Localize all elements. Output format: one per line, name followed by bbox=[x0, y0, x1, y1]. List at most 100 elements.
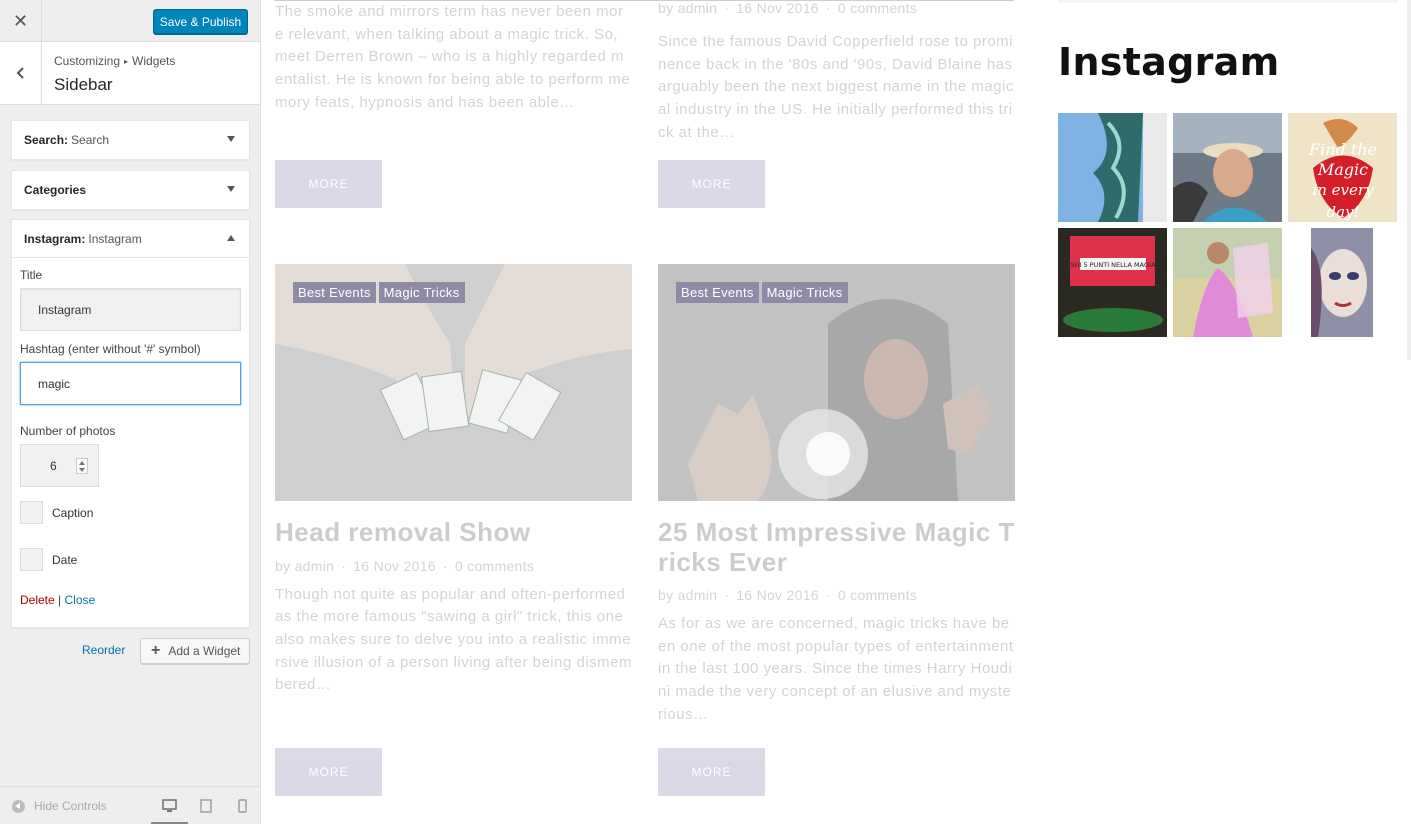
post-meta: by admin · 16 Nov 2016 · 0 comments bbox=[275, 557, 535, 574]
post-title[interactable]: Head removal Show bbox=[275, 517, 632, 548]
tablet-icon bbox=[200, 799, 212, 813]
mobile-preview-button[interactable] bbox=[233, 797, 251, 815]
post-excerpt: The smoke and mirrors term has never bee… bbox=[275, 3, 631, 111]
post-thumbnail[interactable]: Best Events Magic Tricks bbox=[658, 264, 1015, 501]
meta-author[interactable]: admin bbox=[678, 0, 718, 16]
instagram-photo[interactable]: SUI 5 PUNTI NELLA MAGIA bbox=[1058, 228, 1167, 337]
instagram-photo-image: Find the Magic in every day! bbox=[1288, 113, 1397, 222]
scroll-edge bbox=[1407, 0, 1411, 360]
plus-icon: + bbox=[151, 642, 161, 659]
meta-author[interactable]: admin bbox=[678, 587, 718, 603]
chevron-left-icon bbox=[16, 67, 24, 79]
back-button[interactable] bbox=[0, 42, 42, 104]
breadcrumb-root: Customizing bbox=[54, 54, 121, 68]
instagram-photo[interactable] bbox=[1058, 113, 1167, 222]
meta-date[interactable]: 16 Nov 2016 bbox=[353, 558, 436, 574]
instagram-photo[interactable]: Find the Magic in every day! bbox=[1288, 113, 1397, 222]
spinner-arrows-icon[interactable] bbox=[76, 458, 88, 474]
svg-text:Find the: Find the bbox=[1308, 140, 1377, 159]
post-categories: Best Events Magic Tricks bbox=[676, 282, 848, 303]
caret-down-icon bbox=[227, 136, 235, 142]
meta-date[interactable]: 16 Nov 2016 bbox=[736, 0, 819, 16]
widget-categories-toggle[interactable]: Categories bbox=[12, 171, 249, 209]
widget-search-toggle[interactable]: Search: Search bbox=[12, 121, 249, 159]
desktop-icon bbox=[161, 799, 177, 812]
close-customizer-button[interactable]: ✕ bbox=[0, 0, 42, 42]
post-excerpt: Though not quite as popular and often-pe… bbox=[275, 585, 632, 694]
breadcrumb-parent: Widgets bbox=[132, 54, 176, 68]
more-button[interactable]: MORE bbox=[275, 160, 382, 208]
widget-instagram-toggle[interactable]: Instagram: Instagram bbox=[12, 220, 249, 258]
more-button[interactable]: MORE bbox=[658, 160, 765, 208]
title-field[interactable]: Instagram bbox=[20, 288, 241, 331]
site-preview: The smoke and mirrors term has never bee… bbox=[262, 0, 1411, 824]
add-widget-button[interactable]: + Add a Widget bbox=[140, 638, 250, 664]
caret-up-icon bbox=[227, 235, 235, 241]
meta-comments[interactable]: 0 comments bbox=[838, 587, 917, 603]
post-card: by admin · 16 Nov 2016 · 0 comments Since th… bbox=[658, 0, 1015, 146]
widget-instagram-form: Title Instagram Hashtag (enter without '… bbox=[12, 258, 249, 617]
caption-label: Caption bbox=[52, 505, 94, 520]
category-tag[interactable]: Best Events bbox=[293, 282, 376, 303]
date-option: Date bbox=[20, 548, 241, 571]
breadcrumb: Customizing ▸ Widgets bbox=[54, 54, 175, 68]
svg-text:day!: day! bbox=[1326, 203, 1359, 221]
post-excerpt: Since the famous David Copperfield rose … bbox=[658, 33, 1014, 141]
instagram-photo[interactable] bbox=[1173, 228, 1282, 337]
meta-comments[interactable]: 0 comments bbox=[838, 0, 917, 16]
category-tag[interactable]: Best Events bbox=[676, 282, 759, 303]
hashtag-field[interactable]: magic bbox=[20, 362, 241, 405]
widget-title: Instagram bbox=[88, 231, 142, 246]
caret-down-icon bbox=[227, 186, 235, 192]
widget-type: Categories bbox=[24, 183, 87, 197]
more-button[interactable]: MORE bbox=[275, 748, 382, 796]
more-button[interactable]: MORE bbox=[658, 748, 765, 796]
meta-comments[interactable]: 0 comments bbox=[455, 558, 534, 574]
widget-categories: Categories bbox=[11, 170, 250, 210]
photos-count-value: 6 bbox=[50, 459, 57, 473]
category-tag[interactable]: Magic Tricks bbox=[761, 282, 848, 303]
meta-by: by bbox=[275, 557, 291, 574]
post-card: Head removal Show by admin · 16 Nov 2016 · 0… bbox=[275, 517, 632, 698]
caption-checkbox[interactable] bbox=[20, 501, 43, 524]
save-publish-button[interactable]: Save & Publish bbox=[153, 9, 248, 34]
widget-search: Search: Search bbox=[11, 120, 250, 160]
category-tag[interactable]: Magic Tricks bbox=[378, 282, 465, 303]
sidebar-divider bbox=[1058, 0, 1398, 3]
meta-by: by bbox=[658, 0, 674, 16]
meta-date[interactable]: 16 Nov 2016 bbox=[736, 587, 819, 603]
close-link[interactable]: Close bbox=[65, 593, 96, 607]
customizer-footer: Hide Controls bbox=[0, 786, 260, 824]
mobile-icon bbox=[237, 799, 247, 813]
customizer-header-actions: ✕ Save & Publish bbox=[0, 0, 260, 42]
delete-link[interactable]: Delete bbox=[20, 593, 55, 607]
hide-controls-button[interactable]: Hide Controls bbox=[12, 799, 107, 813]
meta-author[interactable]: admin bbox=[295, 558, 335, 574]
add-widget-label: Add a Widget bbox=[168, 644, 241, 658]
post-title[interactable]: 25 Most Impressive Magic Tricks Ever bbox=[658, 517, 1015, 577]
post-card: 25 Most Impressive Magic Tricks Ever by … bbox=[658, 517, 1015, 727]
post-categories: Best Events Magic Tricks bbox=[293, 282, 465, 303]
date-checkbox[interactable] bbox=[20, 548, 43, 571]
widget-type: Instagram: bbox=[24, 231, 86, 246]
breadcrumb-separator-icon: ▸ bbox=[124, 57, 129, 66]
tablet-preview-button[interactable] bbox=[197, 797, 215, 815]
photos-count-stepper[interactable]: 6 bbox=[20, 444, 99, 487]
instagram-photo[interactable] bbox=[1173, 113, 1282, 222]
instagram-photo-image bbox=[1058, 113, 1167, 222]
widget-instagram: Instagram: Instagram Title Instagram Hash… bbox=[11, 219, 250, 628]
hide-controls-label: Hide Controls bbox=[34, 799, 107, 813]
hashtag-label: Hashtag (enter without '#' symbol) bbox=[20, 342, 201, 356]
post-meta: by admin · 16 Nov 2016 · 0 comments bbox=[658, 587, 918, 603]
desktop-preview-button[interactable] bbox=[160, 797, 178, 815]
widget-actions: Delete | Close bbox=[20, 593, 241, 607]
reorder-link[interactable]: Reorder bbox=[82, 643, 125, 657]
collapse-arrow-icon bbox=[12, 799, 25, 813]
instagram-widget-title: Instagram bbox=[1058, 40, 1280, 84]
post-thumbnail[interactable]: Best Events Magic Tricks bbox=[275, 264, 632, 501]
meta-by: by bbox=[658, 587, 674, 603]
caption-option: Caption bbox=[20, 501, 241, 524]
instagram-photo[interactable] bbox=[1288, 228, 1397, 337]
instagram-photo-image bbox=[1173, 228, 1282, 337]
instagram-photo-image: SUI 5 PUNTI NELLA MAGIA bbox=[1058, 228, 1167, 337]
